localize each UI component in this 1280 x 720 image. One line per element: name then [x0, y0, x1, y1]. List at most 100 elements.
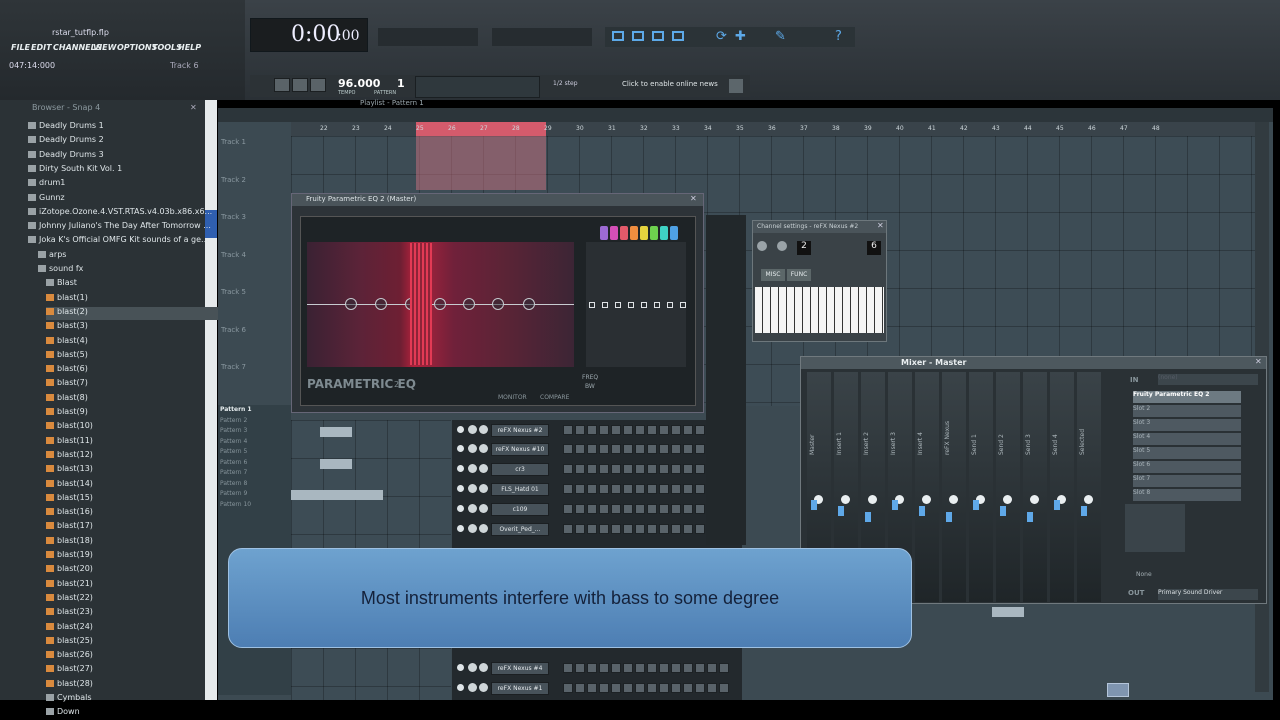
browser-item[interactable]: Deadly Drums 2 [28, 135, 228, 148]
step-button[interactable] [635, 484, 645, 494]
eq-band-slider[interactable] [615, 302, 621, 308]
step-button[interactable] [623, 464, 633, 474]
scroll-handle[interactable] [1107, 683, 1129, 697]
step-button[interactable] [611, 464, 621, 474]
browser-item[interactable]: blast(2) [46, 306, 246, 320]
browser-item[interactable]: blast(12) [46, 450, 246, 463]
effect-slot[interactable]: Slot 8 [1133, 489, 1241, 501]
track-label[interactable]: Track 5 [221, 288, 246, 296]
step-button[interactable] [623, 683, 633, 693]
mixer-fader[interactable] [1027, 512, 1033, 522]
mute-led[interactable] [457, 445, 464, 452]
channel-number[interactable]: 2 [797, 241, 811, 255]
step-button[interactable] [611, 524, 621, 534]
mixer-pan-knob[interactable] [1003, 495, 1012, 504]
browser-item[interactable]: blast(15) [46, 493, 246, 506]
pattern-block[interactable] [320, 427, 352, 437]
pattern-label[interactable]: Pattern 7 [220, 469, 247, 476]
mixer-fader[interactable] [811, 500, 817, 510]
step-button[interactable] [611, 683, 621, 693]
step-button[interactable] [599, 444, 609, 454]
browser-item[interactable]: blast(21) [46, 579, 246, 592]
step-button[interactable] [587, 683, 597, 693]
menu-view[interactable]: VIEW [93, 43, 116, 52]
step-button[interactable] [695, 425, 705, 435]
track-label[interactable]: Track 3 [221, 213, 246, 221]
browser-item[interactable]: blast(10) [46, 421, 246, 434]
effect-slot[interactable]: Slot 3 [1133, 419, 1241, 431]
browser-item[interactable]: blast(25) [46, 636, 246, 649]
mixer-fader[interactable] [919, 506, 925, 516]
step-button[interactable] [659, 425, 669, 435]
eq-band-node[interactable] [463, 298, 475, 310]
pattern-label[interactable]: Pattern 4 [220, 438, 247, 445]
browser-item[interactable]: blast(3) [46, 321, 246, 334]
misc-tab[interactable]: MISC [761, 269, 785, 281]
mixer-fader[interactable] [946, 512, 952, 522]
channel-name-button[interactable]: Overit_Ped_... [491, 523, 549, 536]
eq-band-slider[interactable] [641, 302, 647, 308]
mixer-pan-knob[interactable] [1030, 495, 1039, 504]
eq-band-slider[interactable] [628, 302, 634, 308]
step-button[interactable] [611, 504, 621, 514]
pattern-block[interactable] [992, 607, 1024, 617]
step-button[interactable] [635, 444, 645, 454]
step-button[interactable] [623, 484, 633, 494]
step-button[interactable] [647, 683, 657, 693]
play-button[interactable] [274, 78, 290, 92]
step-button[interactable] [647, 464, 657, 474]
keyboard[interactable] [755, 287, 884, 333]
eq-band-node[interactable] [345, 298, 357, 310]
step-button[interactable] [563, 444, 573, 454]
mixer-fader[interactable] [838, 506, 844, 516]
step-button[interactable] [611, 663, 621, 673]
step-button[interactable] [719, 683, 729, 693]
browser-item[interactable]: blast(23) [46, 607, 246, 620]
mute-led[interactable] [457, 485, 464, 492]
pattern-block[interactable] [320, 459, 352, 469]
help-icon[interactable]: ? [835, 29, 842, 44]
browser-item[interactable]: Dirty South Kit Vol. 1 [28, 164, 228, 177]
step-button[interactable] [635, 683, 645, 693]
volume-knob[interactable] [468, 504, 477, 513]
step-button[interactable] [575, 444, 585, 454]
channel-name-button[interactable]: reFX Nexus #2 [491, 424, 549, 437]
step-button[interactable] [659, 484, 669, 494]
volume-knob[interactable] [468, 444, 477, 453]
close-icon[interactable]: ✕ [190, 103, 197, 112]
track-label[interactable]: Track 1 [221, 138, 246, 146]
step-button[interactable] [695, 524, 705, 534]
step-button[interactable] [575, 524, 585, 534]
step-button[interactable] [647, 504, 657, 514]
effect-slot[interactable]: Slot 5 [1133, 447, 1241, 459]
browser-item[interactable]: blast(11) [46, 436, 246, 449]
step-button[interactable] [587, 425, 597, 435]
eq-curve-display[interactable] [1125, 504, 1185, 552]
mixer-pan-knob[interactable] [868, 495, 877, 504]
mute-led[interactable] [457, 426, 464, 433]
step-button[interactable] [671, 444, 681, 454]
output-selector[interactable]: Primary Sound Driver [1158, 589, 1258, 600]
menu-edit[interactable]: EDIT [31, 43, 52, 52]
mixer-fader[interactable] [865, 512, 871, 522]
compare-label[interactable]: COMPARE [540, 394, 569, 401]
step-button[interactable] [623, 524, 633, 534]
effect-slot-1[interactable]: Fruity Parametric EQ 2 [1133, 391, 1241, 403]
step-button[interactable] [563, 524, 573, 534]
step-button[interactable] [623, 425, 633, 435]
step-button[interactable] [587, 464, 597, 474]
close-icon[interactable]: ✕ [1255, 357, 1262, 366]
channel-name-button[interactable]: reFX Nexus #1 [491, 682, 549, 695]
effect-slot[interactable]: Slot 7 [1133, 475, 1241, 487]
step-button[interactable] [563, 425, 573, 435]
browser-item[interactable]: Blast [46, 278, 246, 291]
step-button[interactable] [599, 425, 609, 435]
volume-knob[interactable] [468, 464, 477, 473]
pan-knob[interactable] [479, 683, 488, 692]
channel-name-button[interactable]: cr3 [491, 463, 549, 476]
step-button[interactable] [647, 663, 657, 673]
volume-knob[interactable] [468, 524, 477, 533]
step-button[interactable] [683, 444, 693, 454]
playlist-icon[interactable] [612, 31, 624, 41]
step-button[interactable] [611, 484, 621, 494]
